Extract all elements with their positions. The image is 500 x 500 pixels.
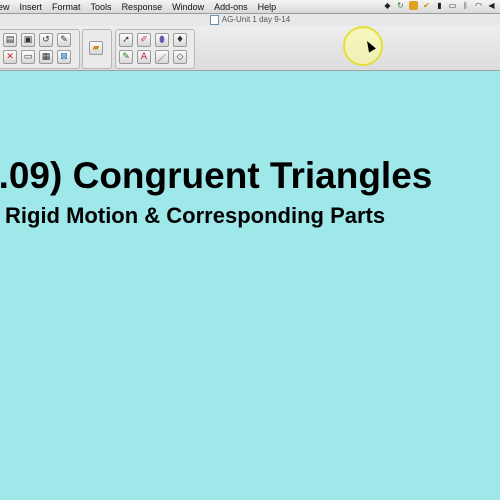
toolbar-group-lock: ▰	[82, 29, 112, 69]
pen-icon[interactable]: ✐	[137, 33, 151, 47]
bluetooth-icon[interactable]: ᛒ	[461, 1, 470, 10]
window-titlebar: AG-Unit 1 day 9-14	[0, 14, 500, 26]
menu-help[interactable]: Help	[258, 2, 277, 12]
menu-insert[interactable]: Insert	[20, 2, 43, 12]
speaker-icon[interactable]: ◀	[487, 1, 496, 10]
text-icon[interactable]: A	[137, 50, 151, 64]
wifi-icon[interactable]: ◠	[474, 1, 483, 10]
close-icon[interactable]: ⊠	[57, 50, 71, 64]
select-arrow-icon[interactable]: ➚	[119, 33, 133, 47]
toolbar: ▤ ▣ ↺ ✎ ✕ ▭ ▦ ⊠ ▰ ➚ ✐ ⬮ ♦ ✎ A ／ ◇	[0, 26, 500, 71]
eraser-icon[interactable]: ⬮	[155, 33, 169, 47]
screen-shade-icon[interactable]: ▭	[21, 50, 35, 64]
menu-add-ons[interactable]: Add-ons	[214, 2, 248, 12]
toolbar-group-file: ▤ ▣ ↺ ✎ ✕ ▭ ▦ ⊠	[0, 29, 80, 69]
menu-view[interactable]: ew	[0, 2, 10, 12]
menu-format[interactable]: Format	[52, 2, 81, 12]
volume-icon[interactable]: ▮	[435, 1, 444, 10]
window-title: AG-Unit 1 day 9-14	[221, 15, 291, 24]
undo-page-icon[interactable]: ↺	[39, 33, 53, 47]
check-icon[interactable]: ✔	[422, 1, 431, 10]
delete-icon[interactable]: ✕	[3, 50, 17, 64]
pens-icon[interactable]: ✎	[119, 50, 133, 64]
shapes-icon[interactable]: ◇	[173, 50, 187, 64]
dropbox-icon[interactable]: ◆	[383, 1, 392, 10]
toolbar-group-draw: ➚ ✐ ⬮ ♦ ✎ A ／ ◇	[115, 29, 195, 69]
menu-tools[interactable]: Tools	[91, 2, 112, 12]
cursor-highlight	[343, 26, 383, 66]
screen-capture-icon[interactable]: ▣	[21, 33, 35, 47]
fill-icon[interactable]: ♦	[173, 33, 187, 47]
slide-title: 1.09) Congruent Triangles	[0, 155, 433, 196]
gallery-icon[interactable]: ✎	[57, 33, 71, 47]
new-page-icon[interactable]: ▤	[3, 33, 17, 47]
menu-window[interactable]: Window	[172, 2, 204, 12]
battery-icon[interactable]	[409, 1, 418, 10]
document-icon	[209, 14, 219, 25]
status-tray: ◆ ↻ ✔ ▮ ▭ ᛒ ◠ ◀	[383, 1, 496, 10]
line-icon[interactable]: ／	[155, 50, 169, 64]
menu-bar: ew Insert Format Tools Response Window A…	[0, 0, 500, 14]
menu-response[interactable]: Response	[122, 2, 163, 12]
lock-icon[interactable]: ▰	[89, 41, 103, 55]
display-icon[interactable]: ▭	[448, 1, 457, 10]
sync-icon[interactable]: ↻	[396, 1, 405, 10]
slide-subtitle: Rigid Motion & Corresponding Parts	[5, 203, 386, 228]
table-icon[interactable]: ▦	[39, 50, 53, 64]
